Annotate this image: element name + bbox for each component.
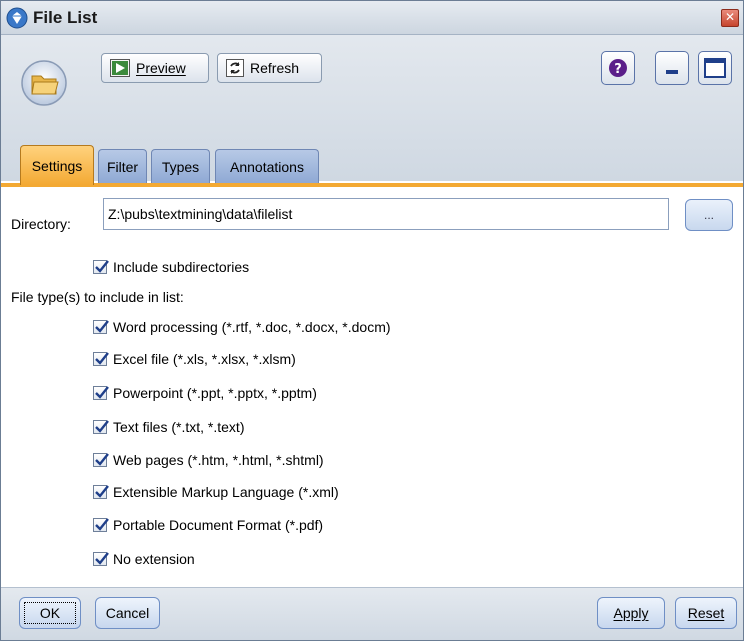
include-subdirectories-option[interactable]: Include subdirectories <box>93 259 249 275</box>
refresh-label: Refresh <box>250 60 300 76</box>
include-subdirectories-checkbox[interactable] <box>93 260 109 274</box>
include-subdirectories-label: Include subdirectories <box>113 259 250 275</box>
file-type-no-extension[interactable]: No extension <box>93 551 195 567</box>
tab-settings[interactable]: Settings <box>20 145 94 185</box>
file-type-xml[interactable]: Extensible Markup Language (*.xml) <box>93 484 339 500</box>
refresh-button[interactable]: Refresh <box>217 53 322 83</box>
folder-node-icon <box>21 60 67 106</box>
file-type-excel[interactable]: Excel file (*.xls, *.xlsx, *.xlsm) <box>93 351 296 367</box>
file-list-node-icon <box>6 7 28 29</box>
close-button[interactable]: ✕ <box>721 9 739 27</box>
help-button[interactable]: ? <box>601 51 635 85</box>
file-type-checkbox[interactable] <box>93 485 109 499</box>
file-type-label: Word processing (*.rtf, *.doc, *.docx, *… <box>113 319 391 335</box>
file-type-pdf[interactable]: Portable Document Format (*.pdf) <box>93 517 323 533</box>
directory-input[interactable] <box>103 198 669 230</box>
browse-label: ... <box>703 208 714 222</box>
file-type-label: Portable Document Format (*.pdf) <box>113 517 324 533</box>
help-icon: ? <box>609 59 627 77</box>
check-icon <box>95 260 109 273</box>
check-icon <box>95 485 109 498</box>
cancel-label: Cancel <box>105 605 150 621</box>
file-type-checkbox[interactable] <box>93 420 109 434</box>
title-bar: File List ✕ <box>1 1 743 35</box>
svg-text:?: ? <box>614 62 622 77</box>
file-type-text[interactable]: Text files (*.txt, *.text) <box>93 419 244 435</box>
file-type-powerpoint[interactable]: Powerpoint (*.ppt, *.pptx, *.pptm) <box>93 385 317 401</box>
file-type-word[interactable]: Word processing (*.rtf, *.doc, *.docx, *… <box>93 319 391 335</box>
tab-annotations-label: Annotations <box>230 158 304 175</box>
file-type-label: Excel file (*.xls, *.xlsx, *.xlsm) <box>113 351 296 367</box>
reset-label: Reset <box>687 605 725 621</box>
tab-settings-label: Settings <box>31 157 83 174</box>
check-icon <box>95 386 109 399</box>
minimize-button[interactable] <box>655 51 689 85</box>
check-icon <box>95 453 109 466</box>
reset-button[interactable]: Reset <box>675 597 737 629</box>
check-icon <box>95 518 109 531</box>
maximize-icon <box>704 58 726 78</box>
file-type-label: No extension <box>113 551 195 567</box>
maximize-button[interactable] <box>698 51 732 85</box>
check-icon <box>95 552 109 565</box>
file-types-label: File type(s) to include in list: <box>11 289 184 305</box>
browse-button[interactable]: ... <box>685 199 733 231</box>
apply-button[interactable]: Apply <box>597 597 665 629</box>
minimize-icon <box>666 70 678 74</box>
file-type-checkbox[interactable] <box>93 352 109 366</box>
check-icon <box>95 420 109 433</box>
preview-icon <box>110 59 130 77</box>
check-icon <box>95 320 109 333</box>
apply-label: Apply <box>613 605 649 621</box>
tab-annotations[interactable]: Annotations <box>215 149 319 183</box>
file-type-label: Web pages (*.htm, *.html, *.shtml) <box>113 452 324 468</box>
tab-types[interactable]: Types <box>151 149 210 183</box>
file-type-checkbox[interactable] <box>93 552 109 566</box>
file-type-checkbox[interactable] <box>93 518 109 532</box>
file-type-checkbox[interactable] <box>93 453 109 467</box>
refresh-icon <box>226 59 244 77</box>
check-icon <box>95 352 109 365</box>
tab-types-label: Types <box>161 158 200 175</box>
file-type-checkbox[interactable] <box>93 320 109 334</box>
window-title: File List <box>33 8 98 27</box>
directory-label: Directory: <box>11 216 71 232</box>
preview-label: Preview <box>136 60 186 76</box>
ok-label: OK <box>39 605 61 621</box>
preview-button[interactable]: Preview <box>101 53 209 83</box>
file-type-web[interactable]: Web pages (*.htm, *.html, *.shtml) <box>93 452 324 468</box>
tab-filter[interactable]: Filter <box>98 149 147 183</box>
cancel-button[interactable]: Cancel <box>95 597 160 629</box>
ok-button[interactable]: OK <box>19 597 81 629</box>
file-type-label: Text files (*.txt, *.text) <box>113 419 245 435</box>
tab-filter-label: Filter <box>106 158 139 175</box>
file-type-checkbox[interactable] <box>93 386 109 400</box>
file-type-label: Powerpoint (*.ppt, *.pptx, *.pptm) <box>113 385 317 401</box>
file-list-dialog: File List ✕ Preview Refresh ? Settings F… <box>0 0 744 641</box>
file-type-label: Extensible Markup Language (*.xml) <box>113 484 339 500</box>
